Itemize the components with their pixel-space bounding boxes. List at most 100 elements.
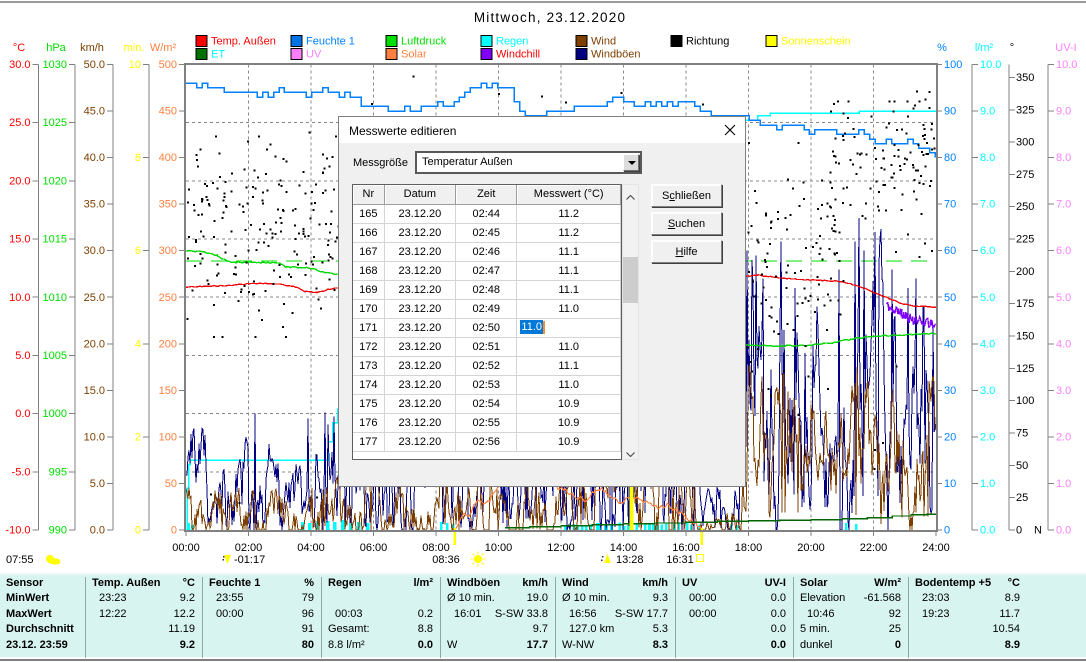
svg-text:1.0: 1.0 [1056,478,1071,490]
svg-text:225: 225 [1016,234,1034,246]
svg-text:25: 25 [1016,492,1028,504]
svg-text:2.0: 2.0 [1056,431,1071,443]
svg-text:100: 100 [944,59,962,71]
svg-text:ET: ET [211,49,225,61]
svg-text:300: 300 [159,245,177,257]
svg-text:60: 60 [944,245,956,257]
svg-text:24:00: 24:00 [922,542,950,554]
svg-text:6.0: 6.0 [980,245,995,257]
svg-text:450: 450 [159,106,177,118]
svg-text:1005: 1005 [43,350,67,362]
svg-text:min.: min. [124,42,145,54]
svg-text:0: 0 [135,525,141,537]
svg-text:10: 10 [129,59,141,71]
svg-text:4.0: 4.0 [980,338,995,350]
svg-text:0: 0 [944,525,950,537]
svg-text:400: 400 [159,152,177,164]
svg-text:07:55: 07:55 [6,554,34,566]
svg-text:500: 500 [159,59,177,71]
svg-text:Windböen: Windböen [591,49,641,61]
svg-text:°: ° [1010,42,1014,54]
svg-text:1025: 1025 [43,117,67,129]
svg-text:40.0: 40.0 [84,152,105,164]
svg-text:350: 350 [1016,72,1034,84]
svg-text:2: 2 [135,431,141,443]
svg-text:30: 30 [944,385,956,397]
svg-text:50: 50 [165,478,177,490]
svg-text:04:00: 04:00 [297,542,325,554]
svg-text:13:28: 13:28 [616,554,644,566]
svg-text:02:00: 02:00 [235,542,263,554]
svg-text:1000: 1000 [43,408,67,420]
svg-text:0: 0 [1016,525,1022,537]
svg-text:10: 10 [944,478,956,490]
svg-text:90: 90 [944,106,956,118]
svg-text:1015: 1015 [43,234,67,246]
svg-text:Mittwoch, 23.12.2020: Mittwoch, 23.12.2020 [474,10,626,25]
svg-text:Windchill: Windchill [496,49,540,61]
svg-text:22:00: 22:00 [860,542,888,554]
svg-text:1020: 1020 [43,175,67,187]
svg-text:15.0: 15.0 [84,385,105,397]
svg-text:175: 175 [1016,298,1034,310]
svg-text:08:36: 08:36 [432,554,460,566]
svg-text:9.0: 9.0 [980,106,995,118]
svg-text:Sonnenschein: Sonnenschein [781,36,851,48]
svg-text:100: 100 [1016,395,1034,407]
svg-text:N: N [1034,525,1042,537]
svg-text:Feuchte 1: Feuchte 1 [306,36,355,48]
svg-text:35.0: 35.0 [84,199,105,211]
svg-text:30.0: 30.0 [9,59,30,71]
svg-text:45.0: 45.0 [84,106,105,118]
svg-text:75: 75 [1016,428,1028,440]
svg-text:10.0: 10.0 [84,431,105,443]
svg-text:5.0: 5.0 [1056,292,1071,304]
svg-text:0: 0 [171,525,177,537]
svg-text:Luftdruck: Luftdruck [401,36,447,48]
svg-text:9.0: 9.0 [1056,106,1071,118]
svg-text:4.0: 4.0 [1056,338,1071,350]
svg-text:30.0: 30.0 [84,245,105,257]
svg-text:20:00: 20:00 [797,542,825,554]
svg-text:%: % [937,42,947,54]
svg-text:4: 4 [135,338,141,350]
svg-text:16:31: 16:31 [666,554,694,566]
svg-text:3.0: 3.0 [1056,385,1071,397]
svg-text:250: 250 [1016,201,1034,213]
svg-text:8.0: 8.0 [980,152,995,164]
svg-text:6: 6 [135,245,141,257]
svg-text:50.0: 50.0 [84,59,105,71]
svg-text:250: 250 [159,292,177,304]
svg-text:12:00: 12:00 [547,542,575,554]
svg-text:Solar: Solar [401,49,427,61]
svg-text:18:00: 18:00 [735,542,763,554]
svg-text:50: 50 [1016,460,1028,472]
svg-text:8.0: 8.0 [1056,152,1071,164]
svg-text:16:00: 16:00 [672,542,700,554]
svg-text:10.0: 10.0 [9,292,30,304]
svg-text:10.0: 10.0 [1056,59,1077,71]
svg-text:5.0: 5.0 [980,292,995,304]
svg-text:UV: UV [306,49,322,61]
svg-text:0.0: 0.0 [15,408,30,420]
svg-text:-10.0: -10.0 [5,525,30,537]
svg-text:10.0: 10.0 [980,59,1001,71]
svg-text:3.0: 3.0 [980,385,995,397]
svg-text:08:00: 08:00 [422,542,450,554]
svg-text:995: 995 [49,466,67,478]
svg-text:40: 40 [944,338,956,350]
svg-text:70: 70 [944,199,956,211]
svg-text:990: 990 [49,525,67,537]
svg-text:200: 200 [159,338,177,350]
svg-text:5.0: 5.0 [15,350,30,362]
svg-text:0.0: 0.0 [1056,525,1071,537]
svg-text:6.0: 6.0 [1056,245,1071,257]
svg-text:W/m²: W/m² [150,42,177,54]
svg-text:10:00: 10:00 [485,542,513,554]
svg-text:Richtung: Richtung [686,36,729,48]
svg-text:l/m²: l/m² [975,42,994,54]
svg-text:0.0: 0.0 [980,525,995,537]
svg-text:150: 150 [159,385,177,397]
svg-text:1.0: 1.0 [980,478,995,490]
svg-text:25.0: 25.0 [9,117,30,129]
